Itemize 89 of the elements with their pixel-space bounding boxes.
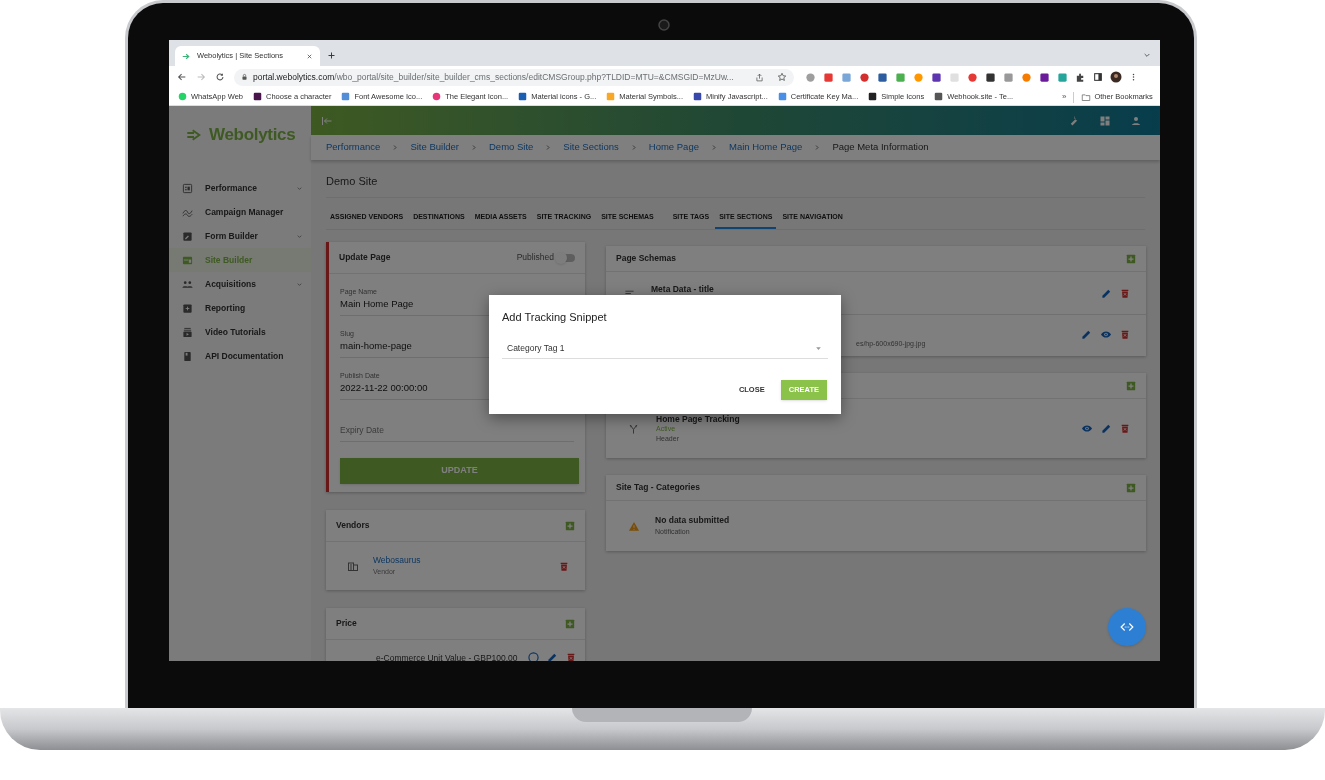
lock-icon [241,73,248,81]
eye-icon[interactable] [1100,329,1112,340]
video-icon [182,326,193,338]
card-title: Page Schemas [616,252,677,265]
more-bookmarks-button[interactable]: » [1062,91,1067,103]
empty-title: No data submitted [655,515,730,526]
arrow-icon [182,51,191,61]
price-name: e-Commerce Unit Value - GBP100.00 [376,652,518,661]
add-icon[interactable] [565,618,575,629]
extension-icon[interactable] [877,71,888,83]
sidebar-item[interactable]: Reporting [169,296,311,320]
logo-text: Webolytics [209,124,296,147]
card-title: Site Tag - Categories [616,481,701,494]
dashboard-icon[interactable] [1099,114,1111,127]
info-icon[interactable] [527,652,539,661]
extension-icon[interactable] [1039,71,1050,83]
sidebar-item[interactable]: Form Builder [169,224,311,248]
breadcrumb-link[interactable]: Home Page [648,140,699,155]
folder-icon [1081,92,1092,102]
avatar-icon[interactable] [1110,71,1122,83]
toggle-label: Published [516,251,554,264]
add-icon[interactable] [565,520,575,531]
chevron-right-icon [630,144,637,151]
breadcrumb-link[interactable]: Site Sections [563,140,619,155]
delete-icon[interactable] [1120,287,1130,299]
toggle-switch[interactable] [557,253,575,262]
select-field[interactable]: Category Tag 1 [502,338,828,359]
collapse-icon[interactable] [321,114,333,127]
card-title: Price [336,617,358,630]
close-icon[interactable] [306,52,313,60]
edit-icon[interactable] [546,652,558,661]
extension-icon[interactable] [985,71,996,83]
sidebar-item[interactable]: Acquisitions [169,272,311,296]
plus-box-icon [182,302,193,314]
caret-icon [814,344,823,352]
sidebar-item[interactable]: API Documentation [169,344,311,368]
edit-icon[interactable] [1101,287,1112,299]
sidebar-item[interactable]: Campaign Manager [169,200,311,224]
delete-icon[interactable] [1120,423,1130,434]
delete-icon[interactable] [1120,329,1130,340]
back-icon[interactable] [177,72,187,82]
chevron-right-icon [471,144,477,151]
extension-icon[interactable] [931,71,942,83]
breadcrumb-link[interactable]: Main Home Page [728,140,803,155]
chevron-down-icon[interactable] [1143,51,1151,59]
edit-icon[interactable] [1081,329,1092,340]
camera-icon [658,19,670,31]
sidebar-item[interactable]: Video Tutorials [169,320,311,344]
breadcrumb-link[interactable]: Site Builder [410,140,459,155]
breadcrumb-link[interactable]: Performance [326,140,381,155]
url-text: portal.webolytics.com/wbo_portal/site_builder/site_builder_cms_sections/editCMSGroup.php?TLDID=MTU=&CMSGID=MzUw... [253,70,735,84]
chevron-right-icon [392,144,399,151]
forward-icon[interactable] [196,72,206,82]
add-icon[interactable] [1126,380,1136,391]
card-title: Vendors [336,519,371,532]
puzzle-icon[interactable] [1075,71,1086,83]
eye-icon[interactable] [1081,423,1093,434]
code-icon [1120,620,1134,634]
window-icon [182,254,193,266]
chevron-right-icon [545,144,552,151]
warning-icon [628,520,640,532]
plus-icon[interactable] [327,51,336,60]
pen-icon [182,230,193,242]
delete-icon[interactable] [565,652,576,661]
delete-icon[interactable] [559,560,569,572]
person-icon[interactable] [1130,114,1142,127]
dashboard-icon [182,182,193,194]
chevron-right-icon [710,144,717,151]
side-panel-icon[interactable] [1093,72,1103,82]
add-icon[interactable] [1126,253,1136,264]
book-icon [182,350,193,362]
share-icon[interactable] [755,72,764,82]
reload-icon[interactable] [215,72,225,82]
breadcrumb-text: Page Meta Information [832,140,929,155]
address-bar[interactable]: portal.webolytics.com/wbo_portal/site_builder/site_builder_cms_sections/editCMSGroup.php?TLDID=MTU=&CMSGID=MzUw... [234,68,794,86]
schema-title: Meta Data - title [651,282,715,296]
chevron-right-icon [814,144,821,151]
sidebar-item[interactable]: Performance [169,176,311,200]
page-title: Demo Site [326,174,379,188]
fork-icon [628,422,639,435]
building-icon [347,560,359,572]
people-icon [182,278,193,290]
card-title: Update Page [339,251,392,264]
tracking-title: Home Page Tracking [656,413,741,424]
star-icon[interactable] [777,72,787,82]
add-icon[interactable] [1126,482,1136,493]
breadcrumb-link[interactable]: Demo Site [489,140,534,155]
edit-icon[interactable] [1101,423,1112,434]
vendor-link[interactable]: Webosaurus [373,554,545,568]
